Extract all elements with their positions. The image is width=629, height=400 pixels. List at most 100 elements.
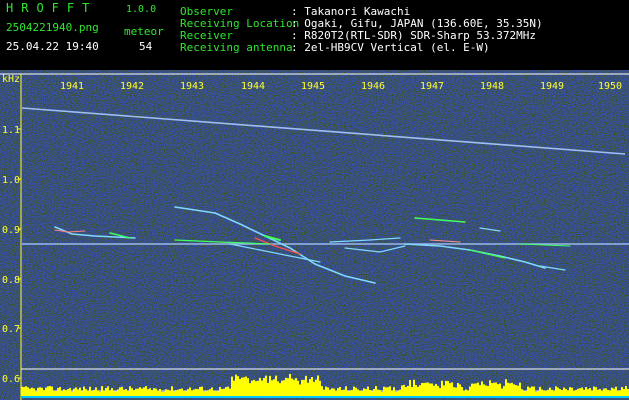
histogram-bar [57, 388, 59, 396]
histogram-bar [35, 391, 37, 396]
histogram-bar [375, 386, 377, 396]
histogram-bar [383, 386, 385, 396]
histogram-bar [549, 387, 551, 396]
histogram-bar [507, 382, 509, 396]
freq-tick-label: 0.8 [2, 275, 20, 286]
histogram-bar [513, 384, 515, 396]
histogram-bar [135, 388, 137, 396]
histogram-bar [575, 390, 577, 396]
histogram-bar [595, 387, 597, 396]
histogram-bar [21, 386, 23, 396]
histogram-bar [321, 386, 323, 396]
histogram-bar [521, 389, 523, 396]
histogram-bar [565, 388, 567, 396]
histogram-bar [495, 382, 497, 396]
histogram-bar [291, 378, 293, 396]
histogram-bar [213, 391, 215, 396]
histogram-bar [303, 379, 305, 396]
time-tick-label: 1949 [540, 81, 564, 92]
histogram-bar [157, 390, 159, 396]
histogram-bar [465, 389, 467, 396]
histogram-bar [533, 386, 535, 396]
histogram-bar [461, 386, 463, 396]
histogram-bar [569, 387, 571, 396]
histogram-bar [53, 390, 55, 396]
histogram-bar [331, 388, 333, 396]
time-tick-label: 1948 [480, 81, 504, 92]
date-time: 25.04.22 19:40 [6, 40, 99, 53]
histogram-bar [481, 381, 483, 396]
histogram-bar [537, 391, 539, 396]
histogram-bar [599, 389, 601, 396]
histogram-bar [467, 390, 469, 396]
histogram-bar [85, 389, 87, 396]
antenna-label: Receiving antenna [180, 41, 293, 54]
histogram-bar [215, 391, 217, 396]
histogram-bar [381, 391, 383, 396]
histogram-bar [95, 387, 97, 396]
histogram-bar [349, 390, 351, 396]
histogram-bar [155, 388, 157, 396]
histogram-bar [469, 386, 471, 396]
plot-noise [0, 70, 629, 400]
histogram-bar [553, 390, 555, 396]
histogram-bar [217, 391, 219, 396]
histogram-bar [77, 389, 79, 396]
histogram-bar [457, 383, 459, 396]
histogram-bar [93, 389, 95, 396]
histogram-bar [621, 387, 623, 396]
time-tick-label: 1950 [598, 81, 622, 92]
histogram-bar [285, 377, 287, 396]
histogram-bar [293, 379, 295, 396]
time-tick-label: 1947 [420, 81, 444, 92]
histogram-bar [251, 380, 253, 396]
histogram-bar [289, 373, 291, 396]
histogram-bar [151, 390, 153, 396]
histogram-bar [357, 389, 359, 396]
histogram-bar [209, 389, 211, 396]
histogram-bar [79, 387, 81, 396]
histogram-bar [277, 381, 279, 396]
time-tick-label: 1943 [180, 81, 204, 92]
histogram-bar [103, 390, 105, 396]
histogram-bar [141, 388, 143, 396]
histogram-bar [201, 386, 203, 396]
histogram-bar [371, 391, 373, 396]
histogram-bar [389, 386, 391, 396]
histogram-bar [183, 390, 185, 396]
histogram-bar [443, 385, 445, 396]
time-tick-label: 1946 [361, 81, 385, 92]
histogram-bar [311, 377, 313, 396]
histogram-bar [313, 381, 315, 396]
histogram-bar [129, 386, 131, 396]
histogram-bar [559, 389, 561, 396]
histogram-bar [107, 386, 109, 396]
histogram-bar [161, 391, 163, 396]
histogram-bar [41, 387, 43, 396]
histogram-bar [127, 391, 129, 396]
histogram-bar [263, 378, 265, 396]
histogram-bar [613, 388, 615, 396]
histogram-bar [567, 390, 569, 396]
histogram-bar [75, 387, 77, 396]
histogram-bar [423, 382, 425, 396]
histogram-bar [515, 385, 517, 396]
histogram-bar [165, 389, 167, 396]
histogram-bar [153, 388, 155, 396]
histogram-bar [27, 387, 29, 396]
histogram-bar [505, 379, 507, 396]
histogram-bar [101, 386, 103, 396]
histogram-bar [353, 386, 355, 396]
histogram-bar [51, 386, 53, 396]
histogram-bar [623, 389, 625, 396]
histogram-bar [369, 390, 371, 396]
histogram-bar [69, 387, 71, 396]
histogram-bar [329, 389, 331, 396]
histogram-bar [207, 390, 209, 396]
histogram-bar [187, 389, 189, 396]
histogram-bar [547, 389, 549, 396]
histogram-bar [499, 383, 501, 396]
histogram-bar [243, 377, 245, 396]
histogram-bar [557, 387, 559, 396]
histogram-bar [517, 385, 519, 396]
